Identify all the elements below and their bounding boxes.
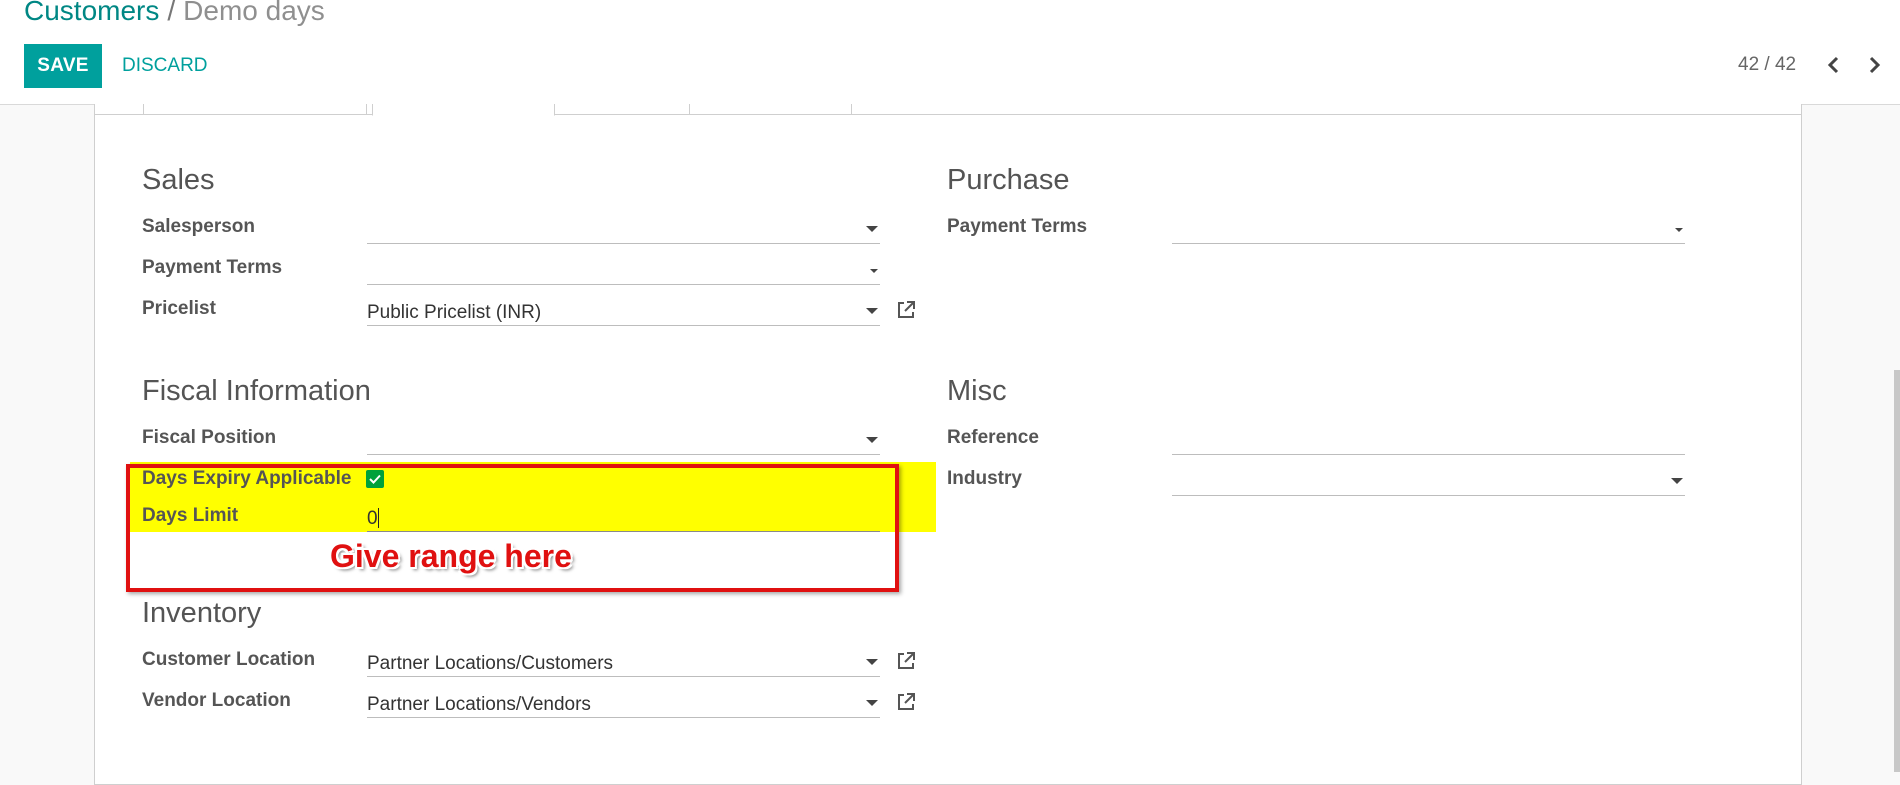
vendor-location-external-link[interactable] xyxy=(895,691,917,713)
caret-down-icon xyxy=(866,437,878,443)
chevron-left-icon xyxy=(1827,56,1839,74)
salesperson-label: Salesperson xyxy=(142,216,255,237)
customer-location-field[interactable]: Partner Locations/Customers xyxy=(367,647,880,677)
notebook-tabs xyxy=(95,104,1801,116)
purchase-payment-terms-field[interactable] xyxy=(1172,214,1685,244)
tab-4[interactable] xyxy=(560,104,690,114)
misc-group-title: Misc xyxy=(947,375,1007,407)
payment-terms-label: Payment Terms xyxy=(142,257,283,278)
caret-down-icon xyxy=(870,269,878,273)
save-button[interactable]: SAVE xyxy=(24,44,102,88)
salesperson-field[interactable] xyxy=(367,214,880,244)
external-link-icon xyxy=(898,301,915,318)
vendor-location-value: Partner Locations/Vendors xyxy=(367,694,591,715)
industry-label: Industry xyxy=(947,468,1022,489)
sales-payment-terms-field[interactable] xyxy=(367,255,880,285)
tab-5[interactable] xyxy=(695,104,852,114)
external-link-icon xyxy=(898,693,915,710)
page-scrollbar[interactable] xyxy=(1894,370,1900,772)
caret-down-icon xyxy=(866,659,878,665)
caret-down-icon xyxy=(1675,228,1683,232)
customer-location-external-link[interactable] xyxy=(895,650,917,672)
purchase-group-title: Purchase xyxy=(947,164,1070,196)
customer-location-label: Customer Location xyxy=(142,649,316,670)
breadcrumb-separator: / xyxy=(167,0,176,26)
pricelist-field[interactable]: Public Pricelist (INR) xyxy=(367,296,880,326)
breadcrumb-current: Demo days xyxy=(183,0,325,26)
caret-down-icon xyxy=(866,308,878,314)
inventory-group-title: Inventory xyxy=(142,597,262,629)
reference-label: Reference xyxy=(947,427,1039,448)
control-panel: Customers / Demo days SAVE DISCARD 42 / 42 xyxy=(0,0,1900,105)
pricelist-label: Pricelist xyxy=(142,298,216,319)
pager-value: 42 / 42 xyxy=(1738,54,1797,75)
fiscal-group-title: Fiscal Information xyxy=(142,375,371,407)
purchase-payment-terms-label: Payment Terms xyxy=(947,216,1088,237)
tab-1[interactable] xyxy=(95,104,144,114)
discard-button[interactable]: DISCARD xyxy=(112,44,218,88)
breadcrumb: Customers / Demo days xyxy=(24,0,325,25)
fiscal-position-label: Fiscal Position xyxy=(142,427,277,448)
caret-down-icon xyxy=(1671,478,1683,484)
fiscal-position-field[interactable] xyxy=(367,425,880,455)
caret-down-icon xyxy=(866,700,878,706)
annotation-text: Give range here xyxy=(330,538,572,574)
external-link-icon xyxy=(898,652,915,669)
pager-previous-button[interactable] xyxy=(1822,52,1846,78)
vendor-location-label: Vendor Location xyxy=(142,690,291,711)
pricelist-value: Public Pricelist (INR) xyxy=(367,302,542,323)
vendor-location-field[interactable]: Partner Locations/Vendors xyxy=(367,688,880,718)
reference-field[interactable] xyxy=(1172,425,1685,455)
customer-location-value: Partner Locations/Customers xyxy=(367,653,614,674)
pager-next-button[interactable] xyxy=(1862,52,1886,78)
breadcrumb-customers-link[interactable]: Customers xyxy=(24,0,159,26)
pricelist-external-link[interactable] xyxy=(895,299,917,321)
caret-down-icon xyxy=(866,226,878,232)
tab-sales-purchase[interactable] xyxy=(372,104,555,116)
industry-field[interactable] xyxy=(1172,466,1685,496)
chevron-right-icon xyxy=(1869,56,1881,74)
tab-2[interactable] xyxy=(143,104,367,114)
sales-group-title: Sales xyxy=(142,164,215,196)
